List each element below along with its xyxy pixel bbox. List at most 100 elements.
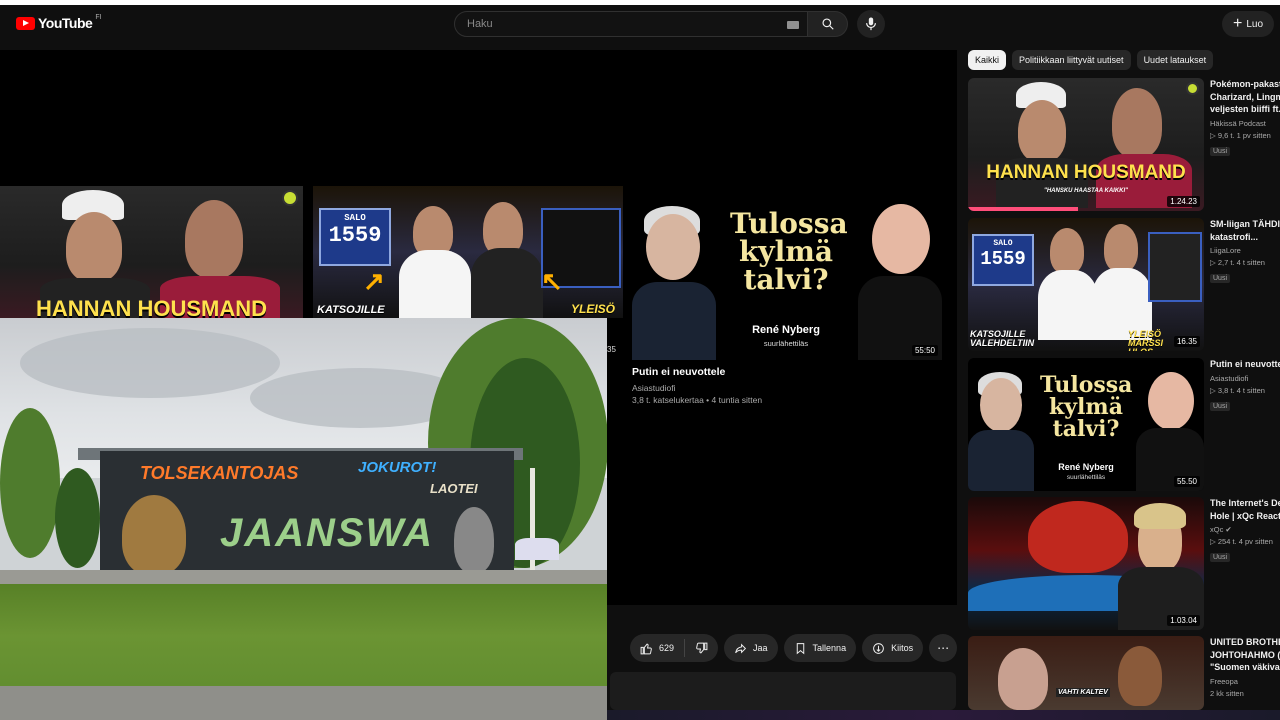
new-badge: Uusi bbox=[1210, 274, 1231, 283]
strip-thumbnail-putin[interactable]: Tulossa kylmä talvi? René Nyberg suurläh… bbox=[626, 200, 942, 360]
chip-new-uploads[interactable]: Uudet lataukset bbox=[1136, 50, 1214, 70]
person-face bbox=[1148, 372, 1194, 430]
recommendation-channel[interactable]: Häkissä Podcast bbox=[1210, 119, 1280, 128]
search-button[interactable] bbox=[808, 11, 848, 37]
recommendation-channel[interactable]: Asiastudiofi bbox=[1210, 374, 1280, 383]
thumbnail-title-text: HANNAN HOUSMAND bbox=[986, 162, 1186, 183]
recommendation-info: The Internet's De Hole | xQc React xQc ✔… bbox=[1210, 497, 1280, 564]
voice-search-button[interactable] bbox=[857, 10, 885, 38]
recommendation-thumbnail[interactable]: HANNAN HOUSMAND "HANSKU HAASTAA KAIKKI" … bbox=[968, 78, 1204, 211]
bookmark-icon bbox=[796, 642, 804, 654]
recommendation-title-line[interactable]: The Internet's De bbox=[1210, 497, 1280, 510]
recommendation-title-line[interactable]: UNITED BROTHE bbox=[1210, 636, 1280, 649]
create-button[interactable]: + Luo bbox=[1222, 11, 1274, 37]
duration-badge: 55:50 bbox=[911, 345, 938, 356]
strip-thumbnail-hannan[interactable]: HANNAN HOUSMAND bbox=[0, 186, 303, 318]
thumbs-down-icon bbox=[696, 642, 708, 653]
recommendation-meta: ▷ 2,7 t. 4 t sitten bbox=[1210, 258, 1265, 267]
strip-thumbnail-salo[interactable]: SALO 1559 ↗ ↖ KATSOJILLE YLEISÖ bbox=[313, 186, 623, 318]
recommendation-title-line[interactable]: veljesten biiffi ft. bbox=[1210, 103, 1280, 116]
person-face bbox=[185, 200, 243, 278]
jersey-shape bbox=[471, 248, 543, 318]
chip-politics-news[interactable]: Politiikkaan liittyvät uutiset bbox=[1012, 50, 1131, 70]
search-input[interactable]: Haku bbox=[454, 11, 808, 37]
dislike-button[interactable] bbox=[685, 634, 718, 662]
keyboard-icon[interactable] bbox=[787, 21, 799, 29]
car bbox=[515, 538, 559, 560]
recommendation-item[interactable]: Tulossa kylmä talvi? René Nyberg suurläh… bbox=[968, 358, 1280, 492]
like-button[interactable]: 629 bbox=[630, 634, 684, 662]
create-label: Luo bbox=[1246, 18, 1264, 30]
recommendation-info: Putin ei neuvottele Asiastudiofi ▷ 3,8 t… bbox=[1210, 358, 1280, 413]
recommendation-item[interactable]: 1.03.04 The Internet's De Hole | xQc Rea… bbox=[968, 497, 1280, 631]
duration-badge: 16.35 bbox=[1173, 336, 1200, 347]
recommendation-title-line[interactable]: Putin ei neuvottele bbox=[1210, 358, 1280, 371]
recommendation-info: SM-liigan TÄHDIS katastrofi... LiigaLore… bbox=[1210, 218, 1280, 285]
graffiti-character bbox=[454, 507, 494, 573]
recommendation-thumbnail[interactable]: 1.03.04 bbox=[968, 497, 1204, 630]
guest-role: suurlähettiläs bbox=[763, 339, 809, 348]
scoreboard-number: 1559 bbox=[980, 248, 1026, 270]
thanks-button[interactable]: Kiitos bbox=[862, 634, 924, 662]
red-face-graphic bbox=[1028, 501, 1128, 573]
recommendation-thumbnail[interactable]: SALO 1559 KATSOJILLE VALEHDELTIIN YLEISÖ… bbox=[968, 218, 1204, 351]
scoreboard-number: 1559 bbox=[328, 223, 382, 248]
recommendation-title-line[interactable]: "Suomen väkivalt bbox=[1210, 661, 1280, 674]
recommendation-item[interactable]: SALO 1559 KATSOJILLE VALEHDELTIIN YLEISÖ… bbox=[968, 218, 1280, 352]
microphone-icon bbox=[866, 17, 876, 31]
thumbs-up-icon bbox=[640, 643, 652, 654]
new-badge: Uusi bbox=[1210, 146, 1231, 156]
person-face bbox=[1112, 88, 1162, 158]
recommendation-title-line[interactable]: Charizard, Lingm bbox=[1210, 91, 1280, 104]
recommendation-meta: ▷ 9,6 t. 1 pv sitten bbox=[1210, 130, 1271, 140]
graffiti-text: LAOTEI bbox=[430, 481, 478, 496]
thumbnail-caption-left: KATSOJILLE VALEHDELTIIN bbox=[970, 329, 1035, 348]
road bbox=[0, 686, 607, 720]
recommendation-title-line[interactable]: JOHTOHAHMO ( bbox=[1210, 649, 1280, 662]
thumbnail-title-text: Tulossa kylmä talvi? bbox=[730, 207, 848, 296]
masthead: YouTube FI Haku + Luo bbox=[0, 5, 1280, 43]
scoreboard-label: SALO bbox=[993, 239, 1013, 248]
channel-badge-icon bbox=[1186, 82, 1199, 95]
scoreboard-graphic: SALO 1559 bbox=[319, 208, 391, 266]
chip-all[interactable]: Kaikki bbox=[968, 50, 1007, 70]
person-shirt bbox=[632, 282, 716, 360]
recommendation-thumbnail[interactable]: Tulossa kylmä talvi? René Nyberg suurläh… bbox=[968, 358, 1204, 491]
recommendation-thumbnail[interactable]: VAHTI KALTEV bbox=[968, 636, 1204, 710]
graffiti-text: TOLSEKANTOJAS bbox=[140, 463, 299, 483]
recommendation-title-line[interactable]: katastrofi... bbox=[1210, 231, 1280, 244]
featured-video-title[interactable]: Putin ei neuvottele bbox=[632, 366, 952, 378]
thumbnail-caption-right: YLEISÖ bbox=[571, 302, 616, 316]
recommendation-title-line[interactable]: SM-liigan TÄHDIS bbox=[1210, 218, 1280, 231]
scoreboard-label: SALO bbox=[344, 213, 366, 223]
thumbnail-title-text: HANNAN HOUSMAND bbox=[36, 296, 267, 318]
recommendation-channel[interactable]: Freeopa bbox=[1210, 677, 1280, 686]
recommendation-channel[interactable]: LiigaLore bbox=[1210, 246, 1280, 255]
recommendation-channel[interactable]: xQc ✔ bbox=[1210, 525, 1280, 534]
recommendation-item[interactable]: HANNAN HOUSMAND "HANSKU HAASTAA KAIKKI" … bbox=[968, 78, 1280, 212]
recommendation-info: UNITED BROTHE JOHTOHAHMO ( "Suomen väkiv… bbox=[1210, 636, 1280, 698]
description-box[interactable] bbox=[610, 672, 956, 710]
tree bbox=[55, 468, 100, 568]
person-face bbox=[1104, 224, 1138, 272]
more-actions-button[interactable]: ⋯ bbox=[929, 634, 958, 662]
save-button[interactable]: Tallenna bbox=[783, 634, 857, 662]
featured-video-info[interactable]: Putin ei neuvottele Asiastudiofi 3,8 t. … bbox=[632, 366, 952, 405]
save-label: Tallenna bbox=[812, 643, 847, 653]
duration-badge: 55.50 bbox=[1173, 476, 1200, 487]
share-label: Jaa bbox=[753, 643, 768, 653]
taskbar-strip bbox=[607, 710, 1280, 720]
featured-channel-name[interactable]: Asiastudiofi bbox=[632, 383, 952, 393]
watch-progress-bar bbox=[968, 207, 1078, 211]
person-face bbox=[872, 204, 930, 274]
recommendation-info: Pokémon-pakast Charizard, Lingm veljeste… bbox=[1210, 78, 1280, 158]
share-button[interactable]: Jaa bbox=[724, 634, 778, 662]
recommendation-item[interactable]: VAHTI KALTEV UNITED BROTHE JOHTOHAHMO ( … bbox=[968, 636, 1280, 710]
video-actions-bar: 629 Jaa Tallenna Kiitos ⋯ bbox=[630, 634, 958, 666]
new-badge: Uusi bbox=[1210, 553, 1231, 562]
guest-name: René Nyberg bbox=[1058, 462, 1114, 472]
recommendation-title-line[interactable]: Pokémon-pakast bbox=[1210, 78, 1280, 91]
recommendation-title-line[interactable]: Hole | xQc React bbox=[1210, 510, 1280, 523]
youtube-logo[interactable]: YouTube FI bbox=[16, 14, 102, 31]
guest-name: René Nyberg bbox=[752, 324, 820, 336]
